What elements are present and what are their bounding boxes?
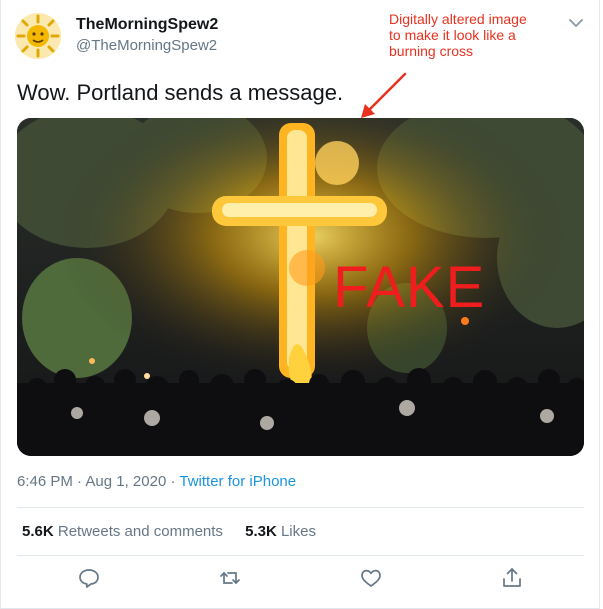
- reply-icon[interactable]: [77, 566, 101, 590]
- sun-face-icon: [15, 13, 61, 59]
- likes-count: 5.3K: [245, 523, 277, 540]
- avatar[interactable]: [15, 13, 61, 59]
- meta-separator: ·: [170, 473, 176, 490]
- meta-separator: ·: [77, 473, 83, 490]
- tweet-stats: 5.6K Retweets and comments 5.3K Likes: [22, 523, 334, 540]
- tweet-text: Wow. Portland sends a message.: [17, 80, 344, 105]
- fake-overlay-text: FAKE: [333, 255, 486, 320]
- annotation-note: Digitally altered image to make it look …: [389, 11, 527, 59]
- tweet-time[interactable]: 6:46 PM: [17, 473, 73, 490]
- like-icon[interactable]: [359, 566, 383, 590]
- retweets-stat[interactable]: 5.6K Retweets and comments: [22, 523, 223, 540]
- retweets-label: Retweets and comments: [57, 523, 223, 540]
- tweet-media[interactable]: FAKE: [17, 118, 584, 456]
- annotation-arrow: [361, 72, 407, 118]
- tweet-actions: [1, 566, 601, 594]
- chevron-down-icon[interactable]: [567, 16, 585, 30]
- retweets-count: 5.6K: [22, 523, 54, 540]
- tweet-meta: 6:46 PM · Aug 1, 2020 · Twitter for iPho…: [17, 473, 296, 490]
- likes-stat[interactable]: 5.3K Likes: [245, 523, 316, 540]
- retweet-icon[interactable]: [218, 566, 242, 590]
- tweet-card: TheMorningSpew2 @TheMorningSpew2 Digital…: [0, 0, 600, 609]
- tweet-source-link[interactable]: Twitter for iPhone: [179, 473, 296, 490]
- display-name[interactable]: TheMorningSpew2: [76, 16, 218, 34]
- tweet-date[interactable]: Aug 1, 2020: [85, 473, 166, 490]
- share-icon[interactable]: [500, 566, 524, 590]
- media-image: [17, 118, 584, 456]
- likes-label: Likes: [280, 523, 316, 540]
- divider: [17, 555, 584, 556]
- user-handle[interactable]: @TheMorningSpew2: [76, 37, 217, 54]
- divider: [17, 507, 584, 508]
